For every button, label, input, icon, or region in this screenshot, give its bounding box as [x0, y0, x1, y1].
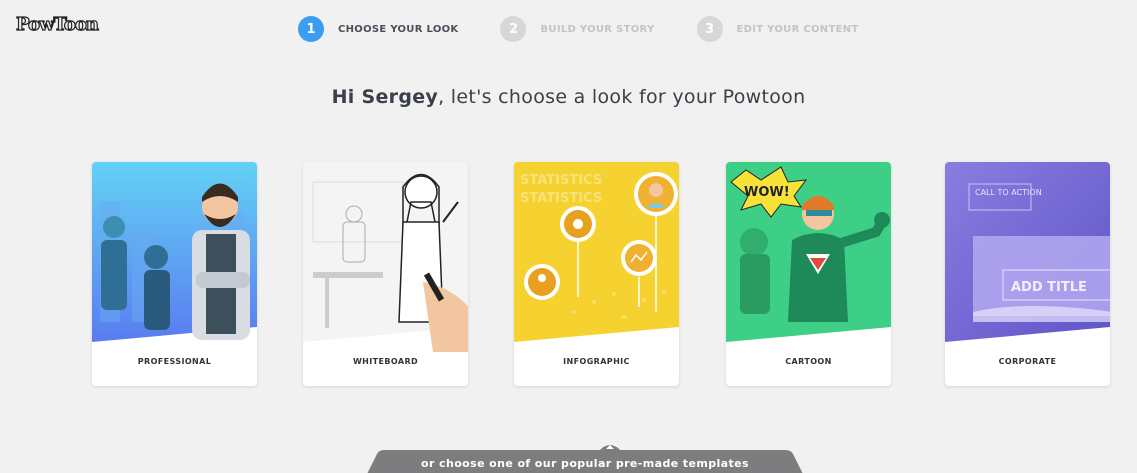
- powtoon-logo[interactable]: PowToon: [15, 13, 99, 35]
- professional-illustration: [92, 162, 257, 342]
- wizard-steps: 1 CHOOSE YOUR LOOK 2 BUILD YOUR STORY 3 …: [298, 16, 901, 42]
- cartoon-illustration: WOW!: [726, 162, 891, 342]
- look-label-whiteboard: WHITEBOARD: [352, 357, 419, 366]
- corporate-art-text-1: CALL TO ACTION: [975, 188, 1042, 197]
- step-label-1: CHOOSE YOUR LOOK: [338, 23, 459, 35]
- top-bar: PowToon 1 CHOOSE YOUR LOOK 2 BUILD YOUR …: [0, 0, 1137, 50]
- infographic-illustration: STATISTICS STATISTICS: [514, 162, 679, 342]
- look-card-whiteboard[interactable]: WHITEBOARD: [303, 162, 468, 386]
- page-title: Hi Sergey, let's choose a look for your …: [0, 86, 1137, 108]
- look-card-professional[interactable]: PROFESSIONAL: [92, 162, 257, 386]
- look-label-cartoon: CARTOON: [785, 357, 832, 366]
- look-card-cartoon[interactable]: WOW! CARTOON: [726, 162, 891, 386]
- greeting-name: Hi Sergey: [331, 86, 439, 108]
- look-card-corporate[interactable]: CALL TO ACTION ADD TITLE CORPORATE: [945, 162, 1110, 386]
- step-number-2: 2: [500, 16, 527, 42]
- corporate-art-text-2: ADD TITLE: [1011, 280, 1087, 295]
- cartoon-art-text: WOW!: [744, 185, 790, 200]
- infographic-art-text: STATISTICS: [520, 173, 602, 188]
- templates-tab[interactable]: or choose one of our popular pre-made te…: [355, 448, 815, 473]
- step-edit-content[interactable]: 3 EDIT YOUR CONTENT: [696, 16, 859, 42]
- whiteboard-illustration: [303, 162, 468, 352]
- step-number-1: 1: [298, 16, 324, 42]
- greeting-text: , let's choose a look for your Powtoon: [438, 86, 806, 108]
- look-label-infographic: INFOGRAPHIC: [563, 357, 630, 366]
- step-label-2: BUILD YOUR STORY: [540, 23, 655, 35]
- step-build-story[interactable]: 2 BUILD YOUR STORY: [500, 16, 654, 42]
- chevron-up-icon[interactable]: [598, 440, 622, 452]
- step-choose-look[interactable]: 1 CHOOSE YOUR LOOK: [298, 16, 458, 42]
- step-label-3: EDIT YOUR CONTENT: [736, 23, 859, 35]
- infographic-art-text-2: STATISTICS: [520, 191, 602, 206]
- look-label-professional: PROFESSIONAL: [137, 357, 212, 366]
- corporate-illustration: CALL TO ACTION ADD TITLE: [945, 162, 1110, 342]
- look-card-infographic[interactable]: STATISTICS STATISTICS INFOGRAPHIC: [514, 162, 679, 386]
- step-number-3: 3: [696, 16, 723, 42]
- templates-tab-label: or choose one of our popular pre-made te…: [421, 457, 749, 470]
- look-label-corporate: CORPORATE: [998, 357, 1057, 366]
